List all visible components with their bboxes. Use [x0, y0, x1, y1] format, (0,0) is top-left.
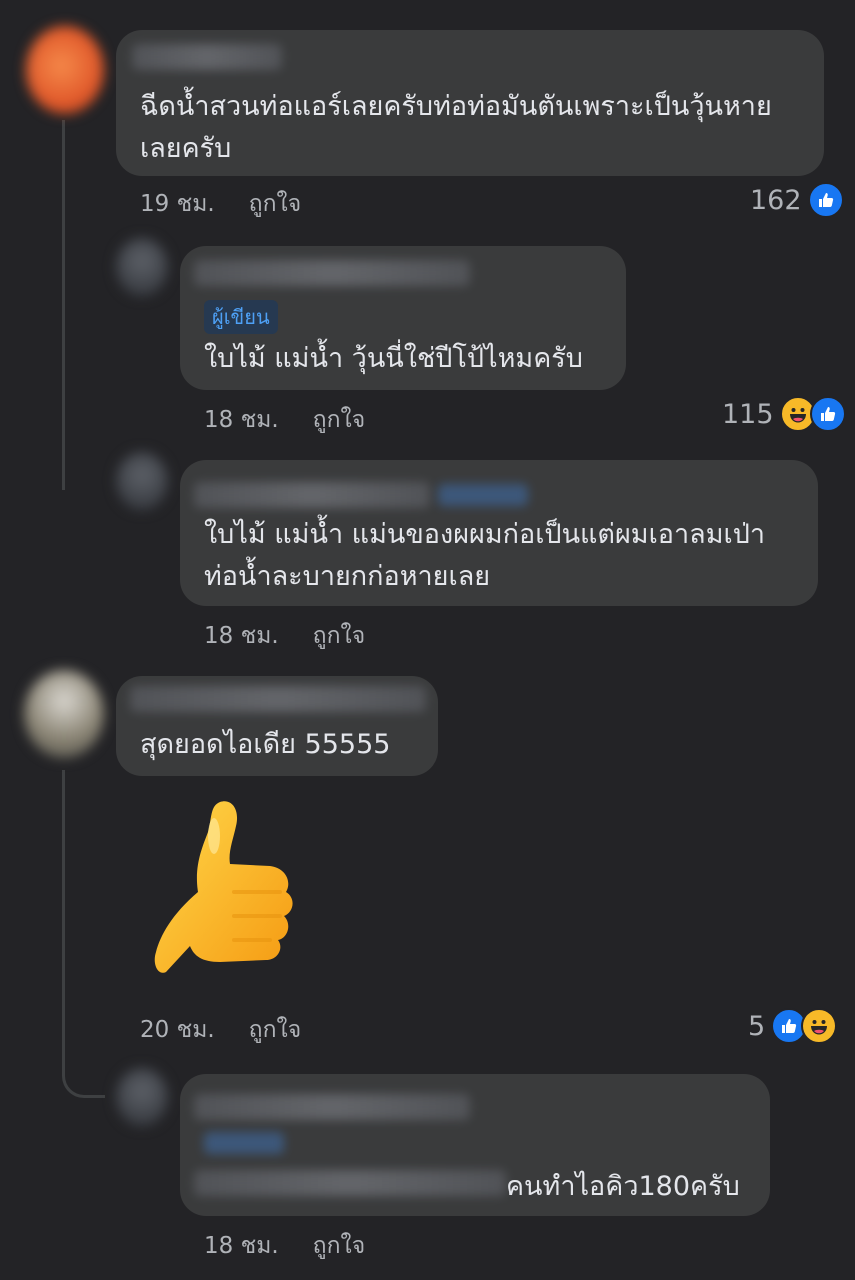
comment-bubble[interactable]: ฉีดน้ำสวนท่อแอร์เลยครับท่อท่อมันตันเพราะ… — [116, 30, 824, 176]
like-reaction-icon — [807, 182, 844, 218]
comment-text-line: เลยครับ — [140, 133, 232, 164]
haha-reaction-icon — [801, 1008, 838, 1044]
comment-text-line: ใบไม้ แม่น้ำ แม่นของผผมก่อเป็นแต่ผมเอาลม… — [204, 519, 766, 550]
comment-meta: 20 ชม. ถูกใจ — [140, 1012, 301, 1048]
reaction-summary[interactable]: 115 — [722, 396, 846, 432]
thread-line-1 — [62, 120, 65, 490]
comment-bubble[interactable]: สุดยอดไอเดีย 55555 — [116, 676, 438, 776]
comment-text-blurred — [194, 1170, 506, 1196]
comment-time[interactable]: 18 ชม. — [204, 618, 279, 654]
like-button[interactable]: ถูกใจ — [313, 402, 366, 438]
avatar[interactable] — [24, 670, 104, 758]
reaction-count: 162 — [750, 184, 802, 216]
comment-bubble[interactable]: ผู้เขียน ใบไม้ แม่น้ำ วุ้นนี่ใช่ปีโป้ไหม… — [180, 246, 626, 390]
comment-text-line: ฉีดน้ำสวนท่อแอร์เลยครับท่อท่อมันตันเพราะ… — [140, 91, 772, 122]
comment-meta: 19 ชม. ถูกใจ — [140, 186, 301, 222]
avatar[interactable] — [26, 26, 104, 114]
comment-meta: 18 ชม. ถูกใจ — [204, 1228, 365, 1264]
avatar[interactable] — [116, 1068, 168, 1126]
thumbs-up-sticker[interactable] — [150, 796, 300, 982]
like-button[interactable]: ถูกใจ — [249, 186, 302, 222]
comment-time[interactable]: 19 ชม. — [140, 186, 215, 222]
commenter-tag-blurred — [438, 484, 528, 506]
like-button[interactable]: ถูกใจ — [249, 1012, 302, 1048]
comment-text-line: ท่อน้ำละบายกก่อหายเลย — [204, 561, 491, 592]
commenter-name-blurred[interactable] — [132, 44, 282, 70]
commenter-name-blurred[interactable] — [194, 1094, 470, 1120]
avatar[interactable] — [116, 452, 168, 510]
comment-time[interactable]: 18 ชม. — [204, 1228, 279, 1264]
comment-meta: 18 ชม. ถูกใจ — [204, 402, 365, 438]
comment-bubble[interactable]: คนทำไอคิว180ครับ — [180, 1074, 770, 1216]
comment-text-line: คนทำไอคิว180ครับ — [506, 1171, 740, 1202]
like-button[interactable]: ถูกใจ — [313, 1228, 366, 1264]
comments-page: ฉีดน้ำสวนท่อแอร์เลยครับท่อท่อมันตันเพราะ… — [0, 0, 855, 1280]
comment-text-line: สุดยอดไอเดีย 55555 — [140, 729, 391, 760]
reaction-count: 115 — [722, 398, 774, 430]
commenter-name-blurred[interactable] — [194, 260, 470, 286]
commenter-name-blurred[interactable] — [194, 482, 430, 508]
author-badge: ผู้เขียน — [204, 300, 278, 334]
like-reaction-icon — [809, 396, 846, 432]
comment-bubble[interactable]: ใบไม้ แม่น้ำ แม่นของผผมก่อเป็นแต่ผมเอาลม… — [180, 460, 818, 606]
commenter-name-blurred[interactable] — [130, 686, 426, 712]
reaction-summary[interactable]: 5 — [748, 1008, 838, 1044]
reaction-count: 5 — [748, 1010, 766, 1042]
comment-time[interactable]: 20 ชม. — [140, 1012, 215, 1048]
thread-connector — [62, 770, 105, 1098]
comment-text-line: ใบไม้ แม่น้ำ วุ้นนี่ใช่ปีโป้ไหมครับ — [204, 343, 583, 374]
commenter-tag-blurred — [204, 1132, 284, 1154]
avatar[interactable] — [116, 238, 168, 296]
reaction-summary[interactable]: 162 — [750, 182, 844, 218]
like-button[interactable]: ถูกใจ — [313, 618, 366, 654]
comment-time[interactable]: 18 ชม. — [204, 402, 279, 438]
comment-meta: 18 ชม. ถูกใจ — [204, 618, 365, 654]
